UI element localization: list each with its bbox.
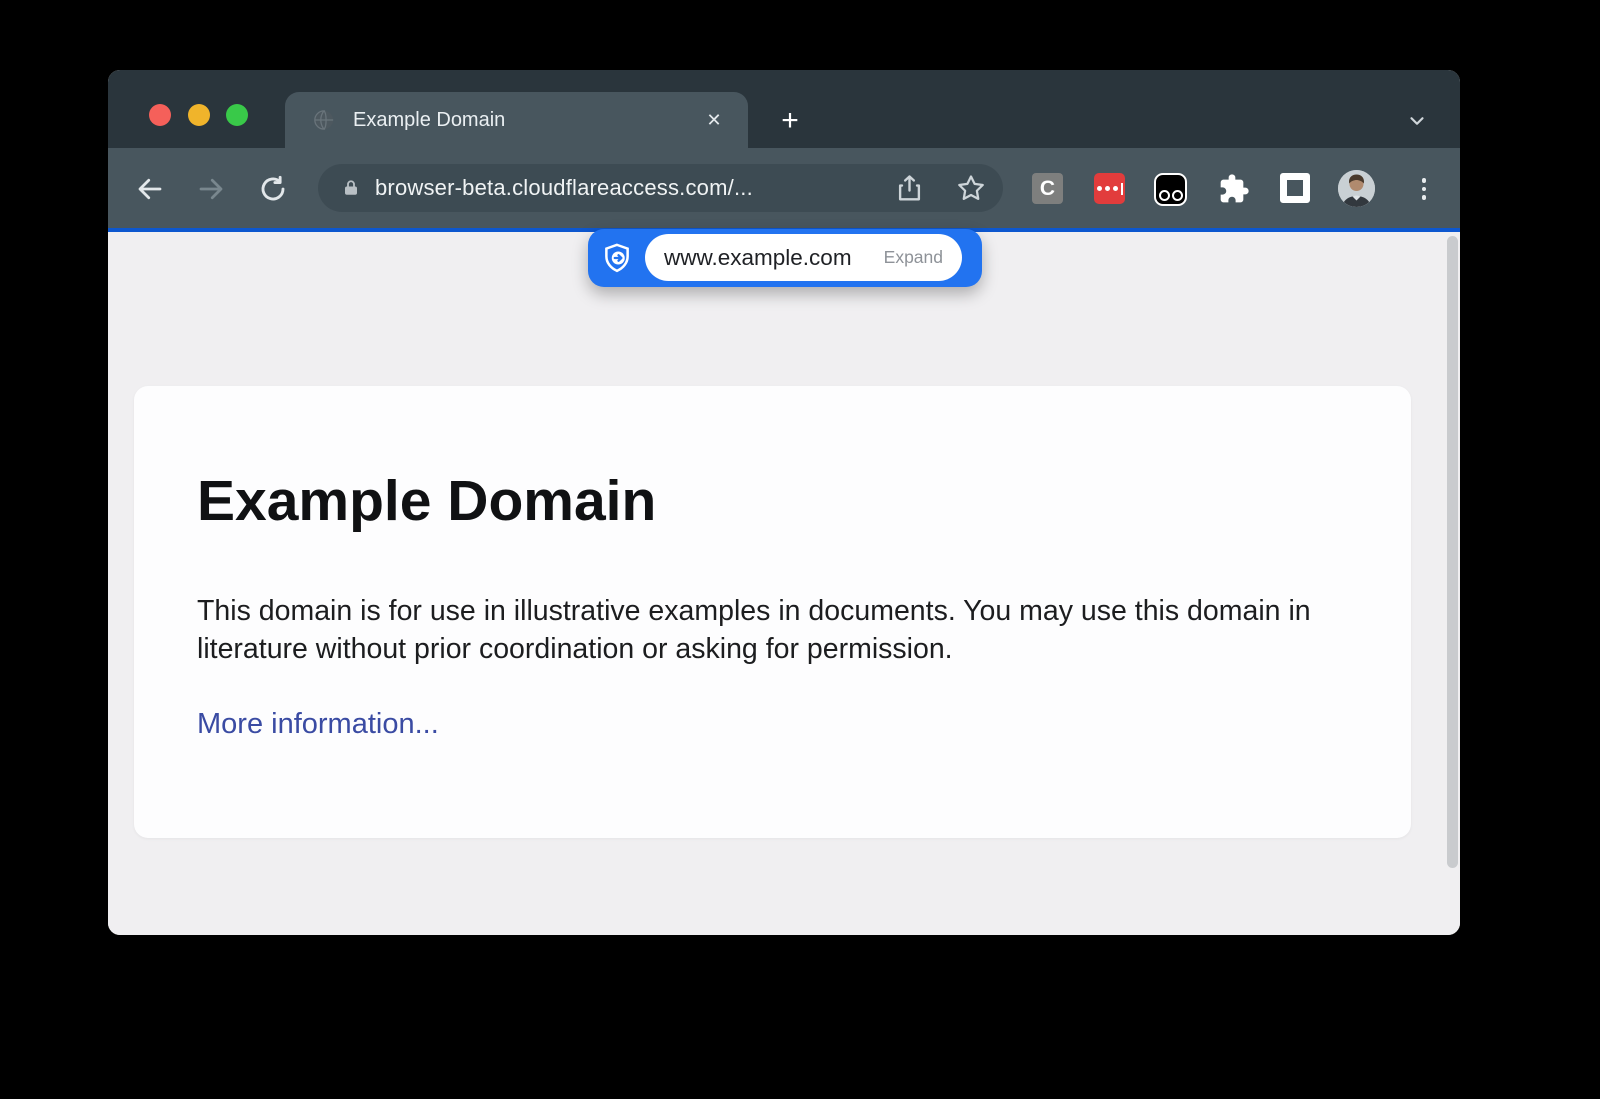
reload-button[interactable] bbox=[256, 172, 290, 206]
extensions-puzzle-icon[interactable] bbox=[1218, 173, 1250, 205]
globe-favicon-icon bbox=[313, 109, 335, 131]
shield-arrow-icon bbox=[602, 243, 632, 273]
window-zoom-button[interactable] bbox=[226, 104, 248, 126]
new-tab-button[interactable]: + bbox=[772, 103, 808, 139]
browser-toolbar: browser-beta.cloudflareaccess.com/... C bbox=[108, 148, 1460, 228]
browser-window: Example Domain ✕ + bbox=[108, 70, 1460, 935]
address-bar[interactable]: browser-beta.cloudflareaccess.com/... bbox=[318, 164, 1003, 212]
bookmark-star-icon[interactable] bbox=[956, 173, 986, 203]
extension-c-icon[interactable]: C bbox=[1032, 173, 1063, 204]
window-minimize-button[interactable] bbox=[188, 104, 210, 126]
goggles-extension-icon[interactable] bbox=[1154, 173, 1187, 206]
window-close-button[interactable] bbox=[149, 104, 171, 126]
browser-tab[interactable]: Example Domain ✕ bbox=[285, 92, 748, 148]
page-viewport: Example Domain This domain is for use in… bbox=[108, 232, 1460, 935]
password-manager-extension-icon[interactable] bbox=[1094, 173, 1125, 204]
more-information-link[interactable]: More information... bbox=[197, 708, 439, 741]
scrollbar[interactable] bbox=[1447, 236, 1458, 868]
forward-button[interactable] bbox=[194, 172, 228, 206]
tab-strip: Example Domain ✕ + bbox=[108, 70, 1460, 148]
profile-avatar[interactable] bbox=[1338, 170, 1375, 207]
browser-menu-icon[interactable] bbox=[1408, 172, 1440, 206]
chevron-down-icon[interactable] bbox=[1403, 107, 1431, 135]
url-text: browser-beta.cloudflareaccess.com/... bbox=[375, 175, 753, 201]
overlay-domain-text: www.example.com bbox=[664, 245, 852, 271]
page-paragraph: This domain is for use in illustrative e… bbox=[197, 592, 1347, 668]
share-icon[interactable] bbox=[893, 173, 923, 203]
side-panel-icon[interactable] bbox=[1280, 173, 1310, 203]
overlay-domain-field[interactable]: www.example.com Expand bbox=[645, 234, 962, 281]
lock-icon bbox=[342, 178, 360, 198]
page-title: Example Domain bbox=[197, 469, 656, 535]
domain-overlay-pill[interactable]: www.example.com Expand bbox=[588, 229, 982, 287]
tab-title: Example Domain bbox=[353, 109, 700, 132]
overlay-expand-button[interactable]: Expand bbox=[884, 247, 943, 268]
back-button[interactable] bbox=[133, 172, 167, 206]
tab-close-icon[interactable]: ✕ bbox=[700, 106, 728, 134]
content-card: Example Domain This domain is for use in… bbox=[134, 386, 1411, 838]
